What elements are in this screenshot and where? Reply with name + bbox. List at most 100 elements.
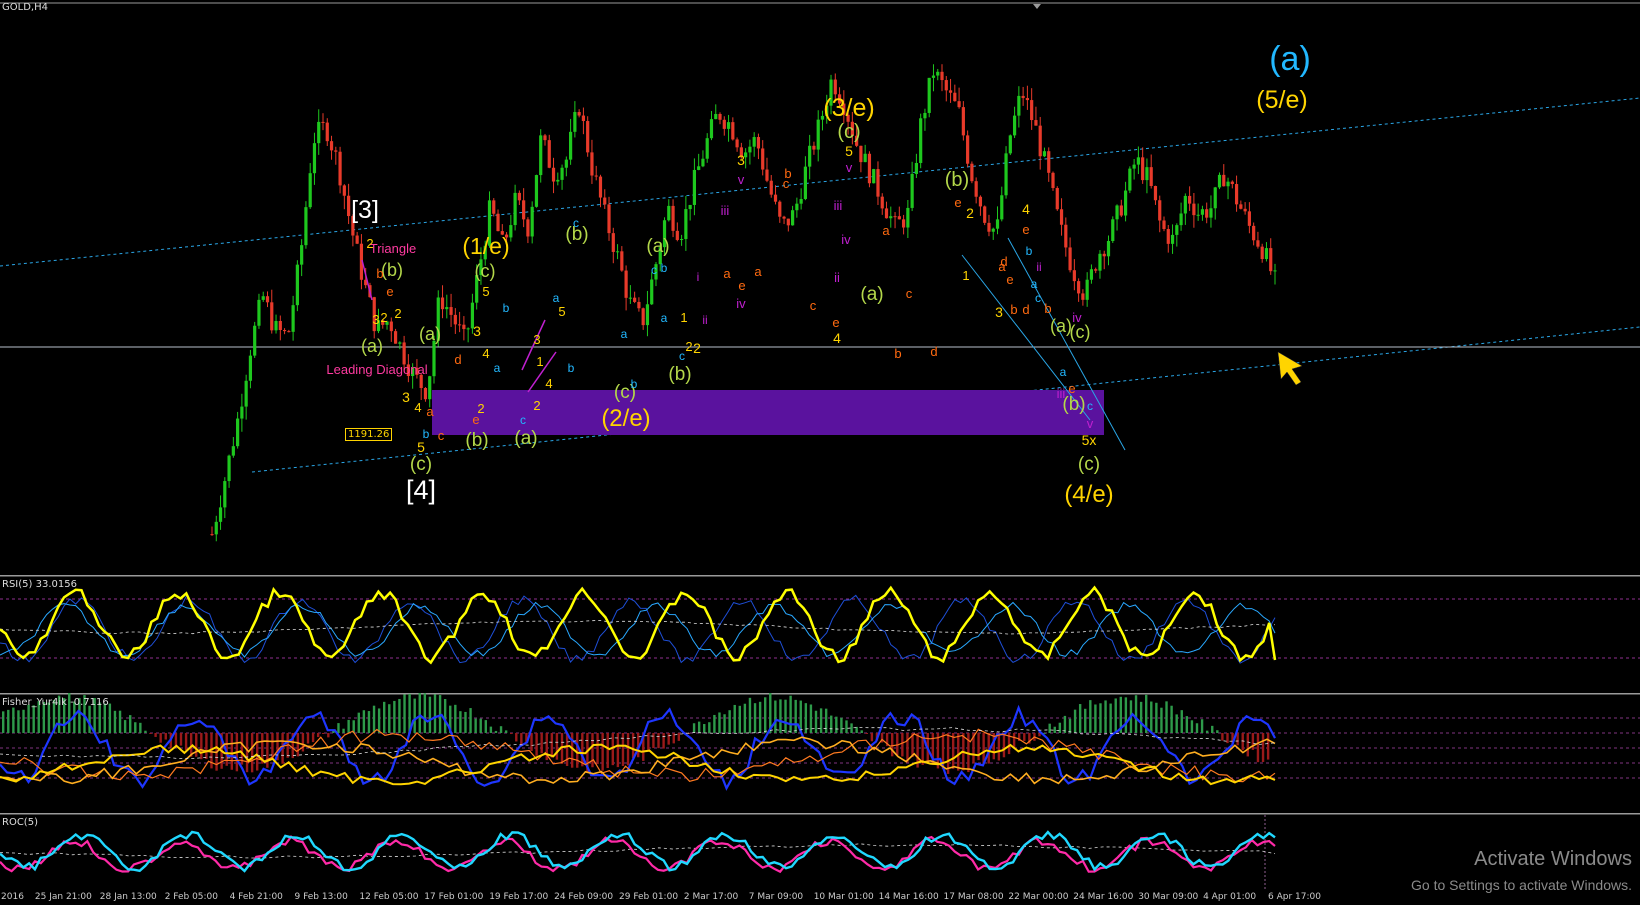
wave-label: a — [1031, 277, 1038, 291]
wave-label: (b) — [668, 364, 691, 385]
fisher-histogram-bar — [540, 733, 543, 754]
fisher-histogram-bar — [88, 705, 91, 733]
wave-label: 3 — [402, 389, 410, 405]
candle — [970, 161, 974, 184]
wave-label: e — [954, 195, 961, 210]
fisher-histogram-bar — [123, 720, 127, 733]
fisher-histogram-bar — [383, 701, 386, 733]
wave-label: a — [882, 223, 890, 238]
fisher-histogram-bar — [1002, 733, 1006, 758]
fisher-histogram-bar — [550, 733, 554, 758]
wave-label: iv — [1072, 310, 1082, 325]
fisher-histogram-bar — [530, 733, 533, 752]
fisher-histogram-bar — [428, 696, 432, 733]
fisher-histogram-bar — [1150, 701, 1153, 733]
wave-label: 4 — [833, 330, 841, 346]
fisher-histogram-bar — [1190, 720, 1194, 733]
fisher-histogram-bar — [1170, 705, 1173, 733]
fisher-histogram-bar — [327, 733, 330, 738]
fisher-histogram-bar — [164, 733, 167, 740]
fisher-histogram-bar — [423, 693, 427, 733]
candle — [983, 205, 987, 226]
candle — [1128, 166, 1132, 194]
fisher-histogram-bar — [850, 723, 853, 733]
fisher-histogram-bar — [992, 733, 995, 760]
fisher-histogram-bar — [2, 711, 5, 733]
fisher-histogram-bar — [1084, 708, 1087, 733]
fisher-histogram-bar — [1246, 733, 1249, 757]
wave-label: 5x — [1082, 432, 1097, 448]
wave-label: (4/e) — [1064, 481, 1113, 508]
fisher-histogram-bar — [113, 710, 117, 733]
fisher-histogram-bar — [443, 699, 447, 733]
fisher-histogram-bar — [154, 733, 157, 737]
wave-label: d — [1022, 302, 1029, 317]
wave-label: iv — [841, 232, 851, 247]
time-axis-label: 19 Feb 17:00 — [489, 892, 549, 902]
fisher-histogram-bar — [296, 733, 300, 757]
time-axis-label: 4 Apr 01:00 — [1203, 892, 1257, 902]
fisher-histogram-bar — [459, 711, 462, 733]
fisher-histogram-bar — [1221, 733, 1224, 741]
fisher-histogram-bar — [332, 731, 335, 733]
fisher-histogram-bar — [860, 730, 863, 733]
candle — [867, 151, 872, 188]
wave-label: (c) — [1070, 322, 1091, 342]
fisher-histogram-bar — [652, 733, 655, 749]
fisher-histogram-bar — [266, 733, 269, 768]
time-axis: 22 Jan 2016 25 Jan 21:00 28 Jan 13:00 2 Feb… — [0, 891, 1640, 905]
fisher-histogram-bar — [713, 714, 716, 733]
fisher-histogram-bar — [1053, 726, 1056, 733]
wave-label: b — [568, 361, 575, 375]
fisher-histogram-bar — [1185, 716, 1189, 733]
fisher-histogram-bar — [362, 710, 366, 733]
candle — [1055, 186, 1059, 211]
wave-label: e — [1006, 272, 1013, 287]
fisher-histogram-bar — [1023, 733, 1026, 741]
fisher-histogram-bar — [779, 699, 782, 733]
fisher-histogram-bar — [499, 726, 503, 733]
fisher-histogram-bar — [692, 723, 696, 733]
fisher-histogram-bar — [591, 733, 594, 768]
candle — [534, 174, 539, 208]
fisher-histogram-bar — [398, 698, 401, 733]
fisher-histogram-bar — [1175, 714, 1178, 733]
wave-label: ii — [834, 270, 840, 285]
fisher-histogram-bar — [388, 704, 391, 733]
wave-label: c — [906, 286, 913, 301]
watermark-subtitle: Go to Settings to activate Windows. — [1411, 877, 1632, 893]
fisher-histogram-bar — [22, 709, 25, 733]
fisher-histogram-bar — [596, 733, 599, 765]
wave-label: (b) — [945, 169, 969, 191]
fisher-histogram-bar — [230, 733, 233, 770]
fisher-histogram-bar — [17, 710, 20, 733]
fisher-histogram-bar — [789, 695, 792, 733]
wave-label: (5/e) — [1256, 86, 1307, 114]
fisher-histogram-bar — [103, 703, 106, 733]
fisher-histogram-bar — [697, 721, 701, 733]
fisher-histogram-bar — [626, 733, 630, 766]
candle — [927, 77, 931, 118]
price-tag: 1191.26 — [345, 428, 393, 441]
wave-label: c — [573, 216, 579, 230]
fisher-histogram-bar — [667, 733, 670, 745]
fisher-histogram-bar — [337, 723, 340, 733]
fisher-histogram-bar — [489, 726, 493, 733]
wave-label: 5 — [558, 304, 565, 319]
wave-label: ii — [1036, 260, 1041, 274]
candle — [1008, 134, 1012, 156]
fisher-histogram-bar — [1012, 733, 1016, 749]
rsi-label: RSI(5) 33.0156 — [2, 579, 77, 590]
time-axis-label: 22 Mar 00:00 — [1008, 892, 1069, 902]
fisher-histogram-bar — [1109, 703, 1112, 733]
wave-label: c — [438, 428, 445, 443]
rsi-pane — [0, 575, 1640, 693]
fisher-histogram-bar — [784, 699, 787, 733]
wave-label: 2 — [394, 306, 401, 321]
fisher-histogram-bar — [347, 719, 350, 733]
wave-label: a — [723, 266, 731, 281]
fisher-histogram-bar — [322, 733, 325, 734]
fisher-histogram-bar — [581, 733, 584, 767]
wave-label: (c) — [410, 454, 432, 475]
fisher-histogram-bar — [565, 733, 569, 767]
